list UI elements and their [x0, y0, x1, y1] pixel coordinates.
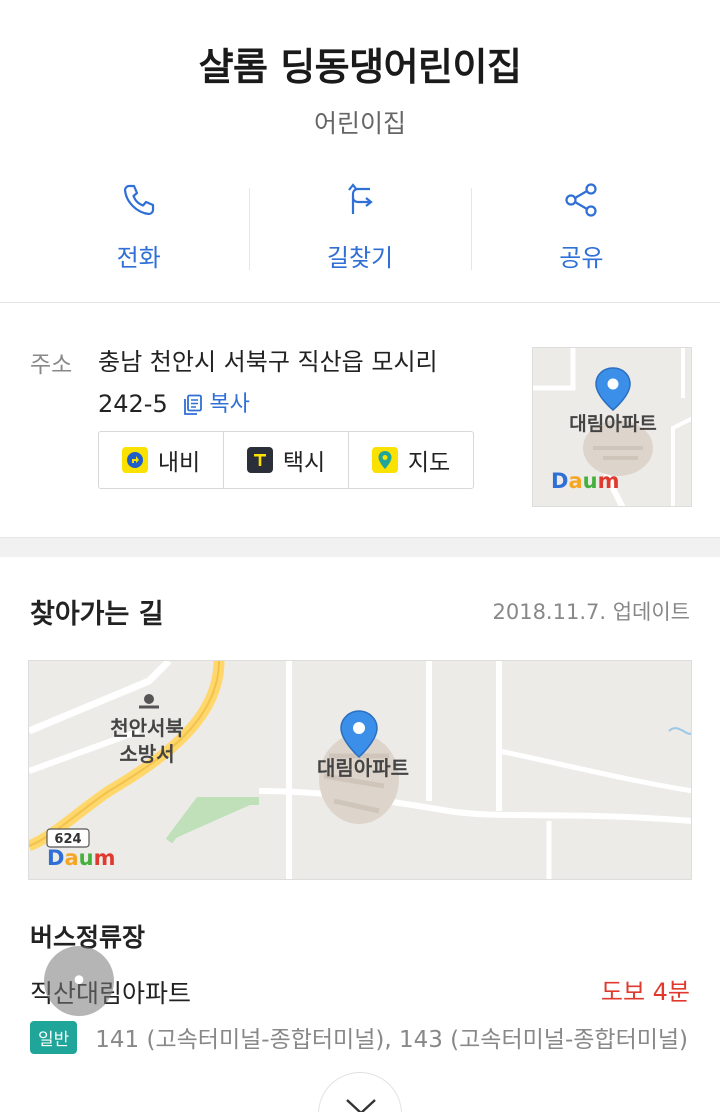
route-map-graphic: 천안서북 소방서 대림아파트 624 Daum	[29, 661, 691, 879]
walk-time: 도보 4분	[600, 978, 690, 1006]
taxi-button[interactable]: 택시	[223, 432, 348, 488]
route-title: 찾아가는 길	[30, 599, 164, 630]
directions-label: 길찾기	[326, 244, 394, 272]
taxi-label: 택시	[282, 450, 326, 476]
nav-button-group: 내비 택시 지도	[98, 431, 474, 489]
map-label-fire-station-1: 천안서북	[110, 716, 184, 740]
map-label: 지도	[407, 450, 451, 476]
route-map-logo: Daum	[47, 846, 115, 870]
share-icon	[565, 183, 597, 217]
address-text: 충남 천안시 서북구 직산읍 모시리 242-5 복사	[98, 341, 518, 426]
directions-button[interactable]: 길찾기	[249, 180, 470, 276]
map-button[interactable]: 지도	[348, 432, 473, 488]
mini-map-graphic: 대림아파트 Daum	[533, 348, 691, 506]
bus-type-badge: 일반	[30, 1020, 78, 1054]
call-label: 전화	[116, 244, 161, 272]
address-line1: 충남 천안시 서북구 직산읍 모시리	[98, 348, 438, 376]
action-bar: 전화 길찾기 공유	[28, 180, 692, 276]
phone-icon	[123, 184, 154, 216]
address-line2: 242-5	[98, 390, 168, 418]
chevron-down-icon	[346, 1099, 376, 1112]
map-label-fire-station-2: 소방서	[119, 742, 174, 766]
map-pin-icon	[371, 447, 398, 473]
mini-map-place-label: 대림아파트	[569, 413, 656, 435]
section-separator	[0, 537, 720, 557]
mini-map[interactable]: 대림아파트 Daum	[532, 347, 692, 507]
road-number: 624	[54, 832, 81, 847]
route-map[interactable]: 천안서북 소방서 대림아파트 624 Daum	[28, 660, 692, 880]
address-label: 주소	[30, 352, 73, 378]
taxi-icon	[246, 447, 273, 473]
share-button[interactable]: 공유	[470, 180, 692, 276]
map-label-apartment: 대림아파트	[317, 756, 409, 780]
navi-button[interactable]: 내비	[99, 432, 223, 488]
address-section: 주소 충남 천안시 서북구 직산읍 모시리 242-5 복사 내비 택시 지도 …	[0, 303, 720, 537]
navi-label: 내비	[157, 450, 201, 476]
route-updated: 2018.11.7. 업데이트	[492, 600, 690, 624]
call-button[interactable]: 전화	[28, 180, 249, 276]
place-category: 어린이집	[313, 109, 406, 138]
floating-menu-button[interactable]: •	[44, 946, 114, 1016]
navi-icon	[121, 447, 148, 473]
copy-address-button[interactable]: 복사	[183, 384, 250, 426]
mini-map-logo: Daum	[551, 469, 619, 493]
expand-more-button[interactable]	[318, 1072, 402, 1112]
bus-routes: 141 (고속터미널-종합터미널), 143 (고속터미널-종합터미널)	[95, 1027, 689, 1053]
place-header: 샬롬 딩동댕어린이집 어린이집 전화 길찾기 공유	[0, 0, 720, 300]
place-title: 샬롬 딩동댕어린이집	[198, 45, 522, 89]
copy-label: 복사	[209, 392, 250, 417]
dot-icon: •	[70, 963, 88, 999]
share-label: 공유	[559, 244, 604, 272]
copy-icon	[184, 394, 203, 415]
bus-route-row[interactable]: 일반 141 (고속터미널-종합터미널), 143 (고속터미널-종합터미널)	[30, 1020, 690, 1054]
directions-icon	[348, 183, 373, 214]
